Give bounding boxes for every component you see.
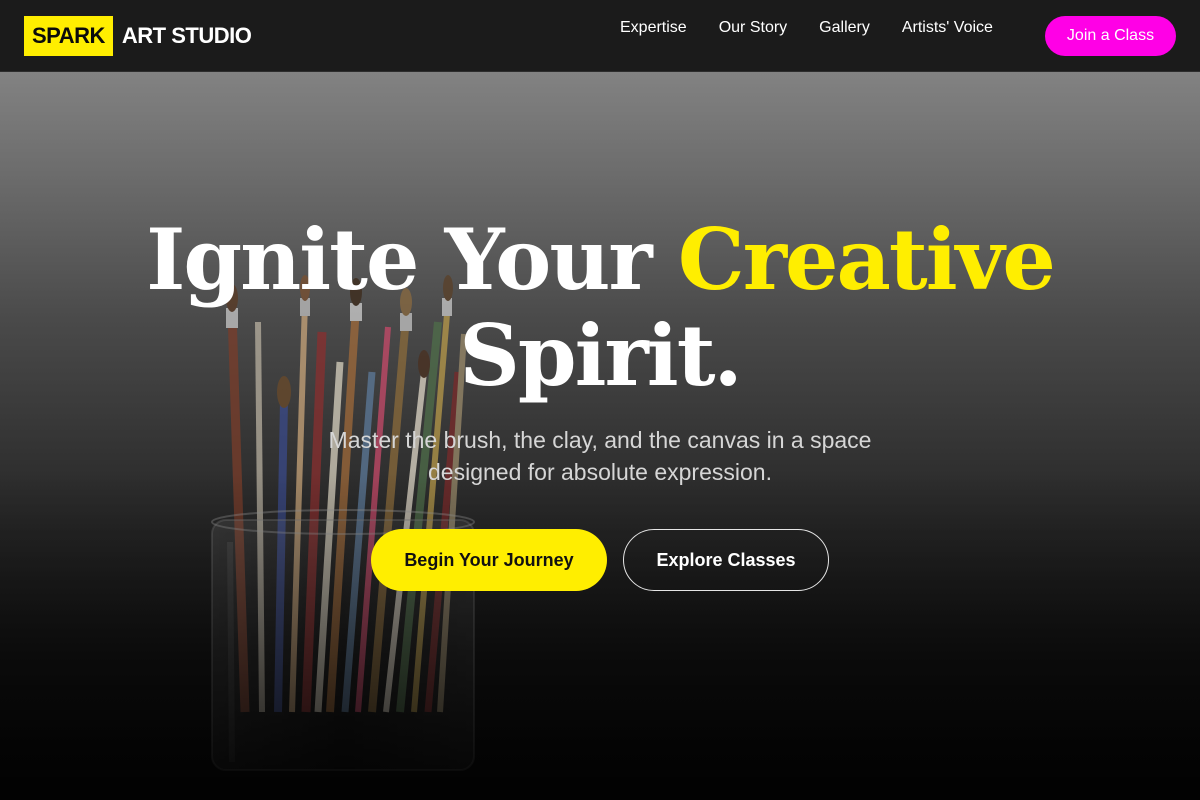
headline-part1: Ignite Your xyxy=(146,210,678,309)
nav-link-gallery[interactable]: Gallery xyxy=(819,18,870,38)
nav-link-artists-voice[interactable]: Artists' Voice xyxy=(902,18,993,38)
begin-journey-button[interactable]: Begin Your Journey xyxy=(371,529,607,591)
join-class-button[interactable]: Join a Class xyxy=(1045,16,1176,56)
logo-mark: SPARK xyxy=(24,16,113,56)
hero-subtitle: Master the brush, the clay, and the canv… xyxy=(328,427,872,485)
explore-classes-button[interactable]: Explore Classes xyxy=(623,529,829,591)
nav-link-expertise[interactable]: Expertise xyxy=(620,18,687,38)
hero-section: Ignite Your Creative Spirit. Master the … xyxy=(0,72,1200,800)
nav-links: Expertise Our Story Gallery Artists' Voi… xyxy=(620,18,993,38)
nav-link-our-story[interactable]: Our Story xyxy=(719,18,787,38)
headline-accent: Creative xyxy=(677,210,1056,309)
headline-part2: Spirit. xyxy=(459,306,743,405)
logo-text: ART STUDIO xyxy=(121,23,252,48)
hero-headline: Ignite Your Creative Spirit. xyxy=(0,212,1200,404)
brand-logo[interactable]: SPARK ART STUDIO xyxy=(24,16,252,56)
top-navigation: SPARK ART STUDIO Expertise Our Story Gal… xyxy=(0,0,1200,72)
